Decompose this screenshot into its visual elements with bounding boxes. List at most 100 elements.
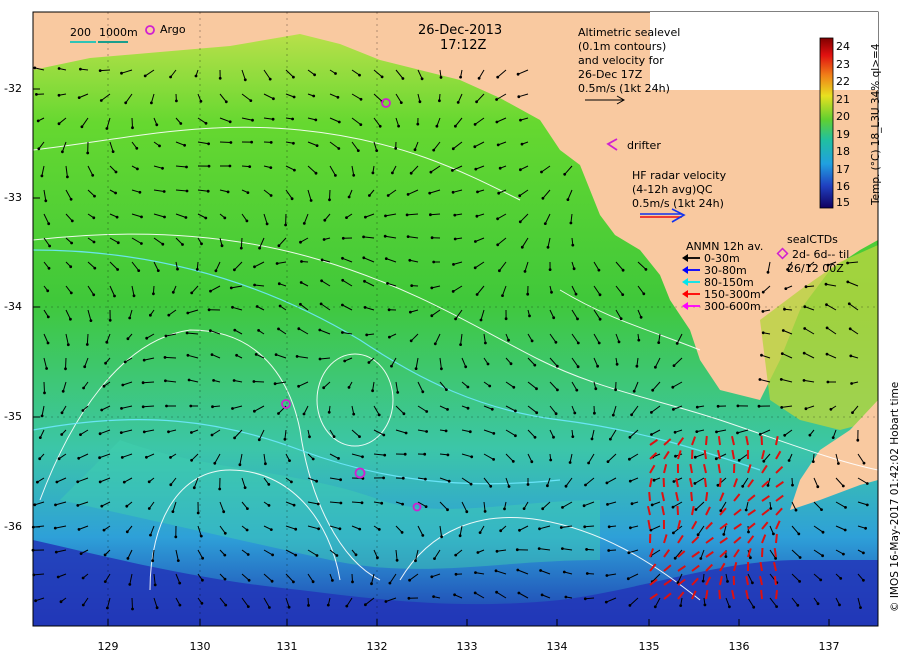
velocity-arrow-head — [322, 386, 326, 390]
velocity-arrow-head — [859, 606, 862, 609]
velocity-arrow-head — [808, 433, 812, 437]
velocity-arrow-head — [470, 455, 474, 459]
hf-radar-arrow — [761, 547, 764, 558]
velocity-arrow-head — [492, 432, 496, 435]
hf-radar-arrow — [705, 491, 709, 502]
velocity-arrow-head — [614, 388, 617, 392]
velocity-arrow-head — [416, 122, 420, 126]
hf-radar-arrow — [717, 435, 721, 446]
velocity-arrow-head — [783, 307, 786, 311]
velocity-arrow-head — [293, 168, 296, 172]
velocity-arrow-head — [66, 175, 69, 179]
velocity-arrow-head — [77, 528, 81, 531]
velocity-arrow-head — [125, 504, 129, 508]
velocity-arrow-head — [207, 164, 211, 168]
colorbar — [819, 37, 834, 209]
velocity-arrow-head — [308, 435, 311, 439]
velocity-arrow-head — [147, 480, 151, 484]
velocity-arrow-head — [741, 484, 745, 488]
velocity-arrow-head — [825, 326, 829, 330]
velocity-arrow-head — [528, 314, 531, 318]
velocity-arrow-head — [233, 328, 237, 332]
velocity-arrow-head — [277, 282, 281, 286]
velocity-arrow-head — [292, 503, 296, 507]
velocity-arrow-head — [341, 256, 344, 260]
velocity-arrow-head — [409, 339, 413, 343]
velocity-arrow-head — [794, 508, 798, 512]
velocity-arrow-head — [60, 433, 64, 436]
velocity-arrow-head — [473, 591, 477, 595]
velocity-arrow-head — [384, 257, 388, 260]
velocity-arrow-head — [320, 279, 323, 283]
velocity-arrow-head — [257, 329, 260, 332]
velocity-arrow-head — [653, 605, 657, 609]
velocity-arrow-head — [615, 362, 619, 366]
velocity-arrow-head — [410, 284, 414, 287]
velocity-arrow-head — [337, 120, 341, 124]
velocity-arrow-head — [609, 437, 612, 441]
velocity-arrow-head — [850, 382, 853, 385]
velocity-arrow-head — [185, 189, 189, 193]
velocity-arrow-head — [81, 409, 85, 412]
velocity-arrow-head — [382, 433, 386, 437]
velocity-arrow-head — [535, 387, 538, 391]
colorbar-tick: 23 — [836, 58, 850, 71]
velocity-arrow-head — [126, 557, 130, 560]
velocity-arrow-head — [421, 390, 425, 394]
velocity-arrow-head — [323, 218, 327, 222]
velocity-arrow-head — [518, 528, 521, 532]
velocity-arrow-head — [141, 405, 145, 409]
lat-label: -32 — [4, 82, 22, 95]
velocity-arrow-head — [98, 432, 102, 436]
velocity-arrow-head — [103, 553, 107, 557]
velocity-arrow-head — [358, 527, 362, 531]
velocity-arrow-head — [82, 386, 85, 390]
velocity-arrow — [86, 333, 89, 345]
velocity-arrow-head — [295, 355, 299, 358]
velocity-arrow-head — [826, 380, 830, 384]
velocity-arrow-head — [628, 457, 631, 461]
hf-radar-line: HF radar velocity — [632, 169, 727, 182]
velocity-arrow-head — [672, 480, 676, 483]
velocity-arrow-head — [395, 558, 399, 562]
velocity-arrow-head — [302, 412, 306, 416]
velocity-arrow-head — [199, 534, 203, 538]
velocity-arrow-head — [862, 461, 866, 465]
velocity-arrow-head — [218, 487, 222, 491]
velocity-arrow-head — [484, 341, 487, 345]
velocity-arrow-head — [114, 191, 117, 195]
velocity-arrow-head — [119, 431, 123, 434]
velocity-arrow-head — [231, 407, 234, 410]
velocity-arrow-head — [48, 244, 51, 248]
velocity-arrow-head — [314, 118, 318, 122]
velocity-arrow-head — [140, 215, 143, 219]
velocity-arrow-head — [93, 194, 96, 198]
hf-radar-line: (4-12h avg)QC — [632, 183, 713, 196]
velocity-arrow-head — [250, 140, 254, 144]
velocity-arrow-head — [267, 483, 271, 486]
velocity-arrow-head — [44, 199, 48, 203]
velocity-arrow-head — [444, 429, 448, 433]
velocity-arrow-head — [821, 554, 824, 558]
velocity-arrow-head — [403, 452, 407, 456]
velocity-arrow-head — [473, 123, 477, 126]
velocity-arrow-head — [504, 317, 508, 321]
velocity-arrow-head — [334, 174, 337, 177]
velocity-arrow-head — [383, 453, 387, 457]
velocity-arrow-head — [135, 146, 139, 150]
velocity-arrow-head — [495, 98, 498, 101]
velocity-arrow-head — [474, 571, 477, 574]
velocity-arrow-head — [701, 579, 705, 583]
velocity-arrow-head — [846, 280, 850, 284]
hf-radar-arrow — [773, 547, 777, 558]
hf-radar-arrow — [717, 463, 721, 474]
velocity-arrow-head — [842, 552, 845, 556]
velocity-arrow-head — [671, 505, 675, 509]
velocity-arrow-head — [496, 217, 499, 221]
velocity-arrow-head — [149, 313, 152, 317]
velocity-arrow-head — [36, 480, 39, 484]
velocity-arrow-head — [652, 478, 656, 482]
velocity-arrow-head — [362, 256, 366, 260]
velocity-arrow-head — [390, 364, 393, 368]
velocity-arrow-head — [562, 570, 566, 574]
